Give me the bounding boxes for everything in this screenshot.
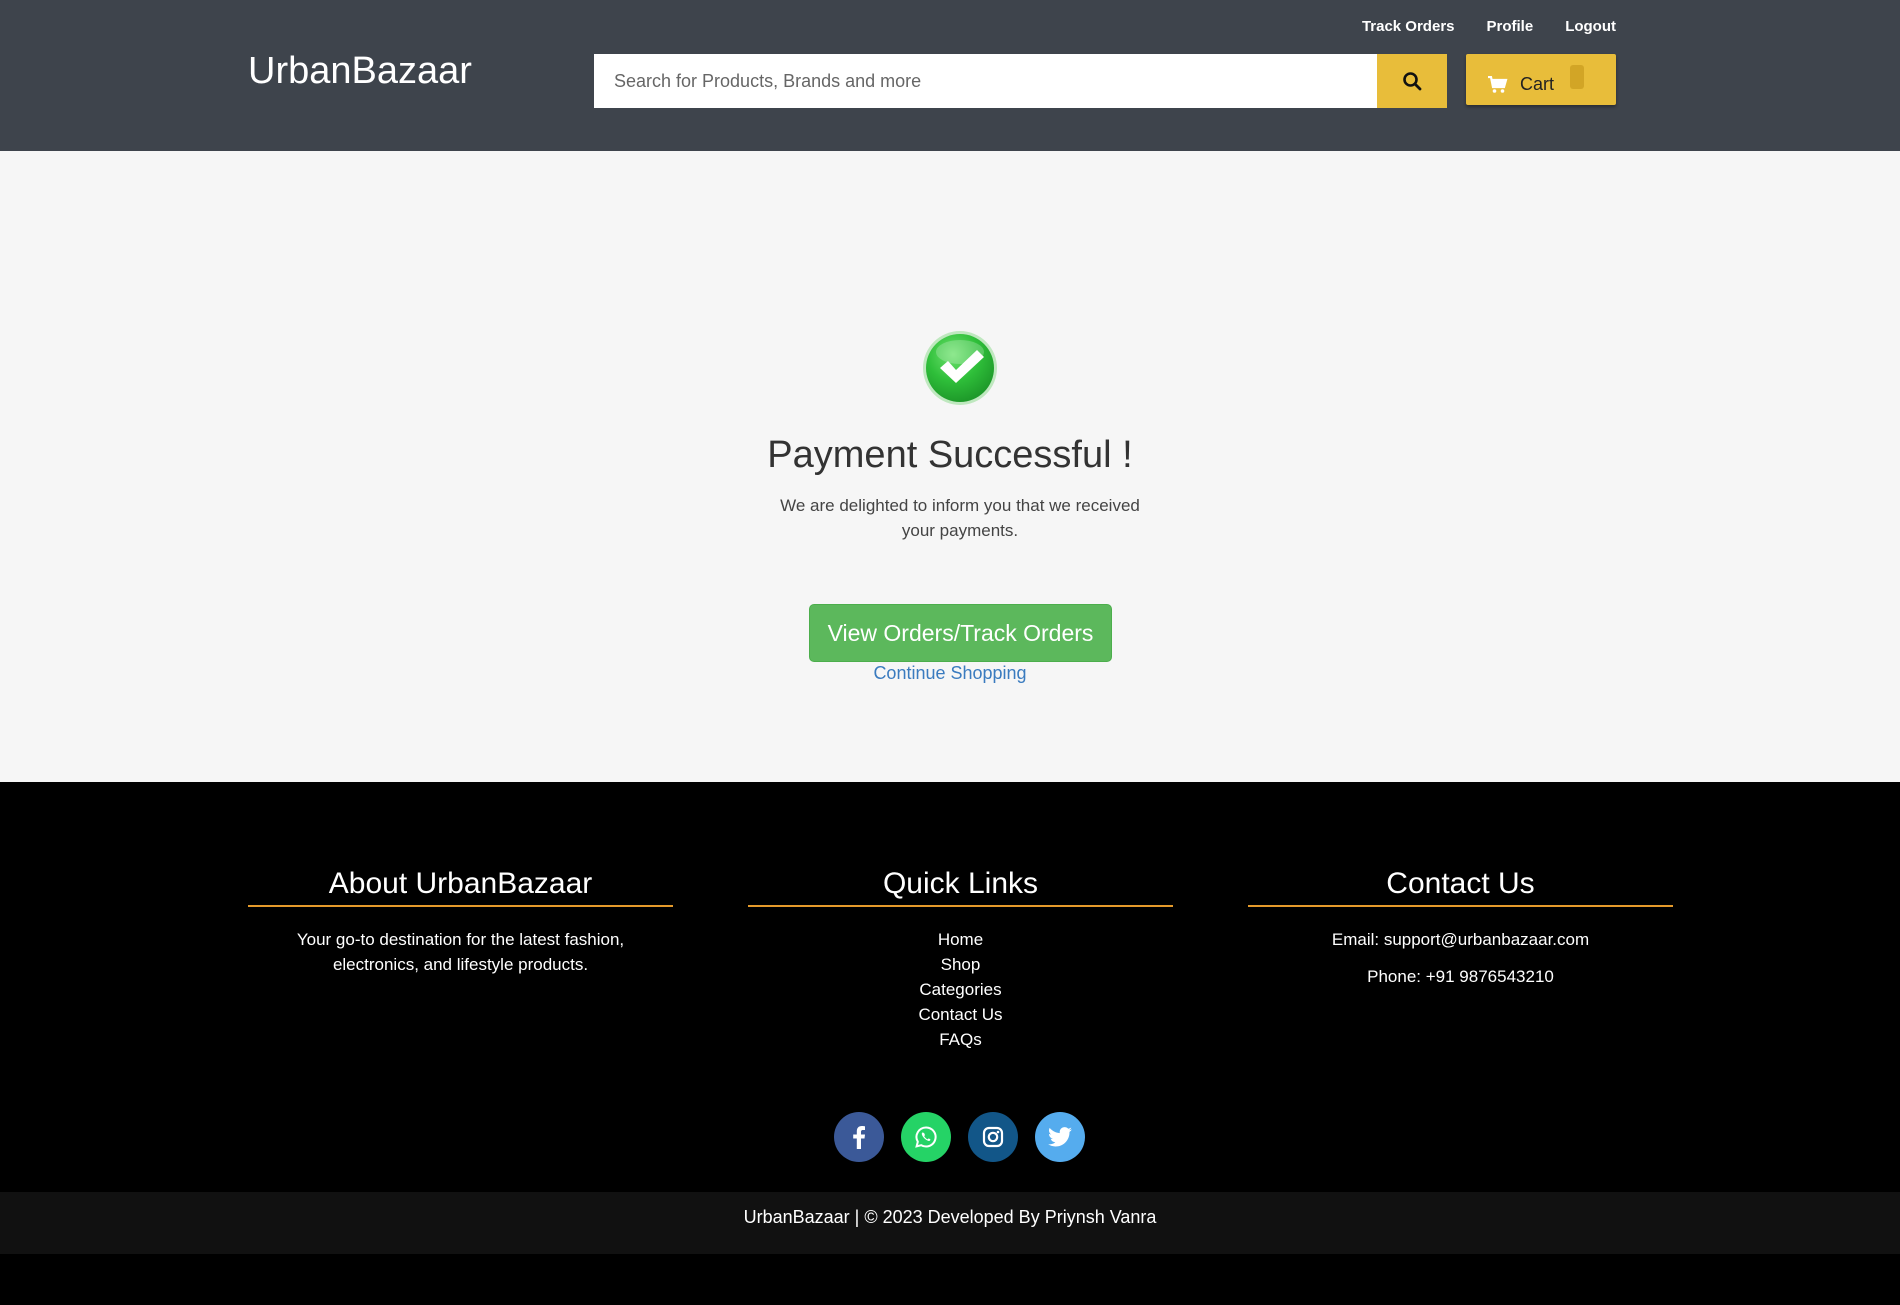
contact-phone: Phone: +91 9876543210 bbox=[1367, 967, 1554, 986]
footer-link-faqs[interactable]: FAQs bbox=[748, 1027, 1173, 1052]
social-links bbox=[834, 1112, 1085, 1162]
payment-success-section: Payment Successful ! We are delighted to… bbox=[0, 151, 1900, 782]
success-check-icon bbox=[923, 331, 997, 405]
top-nav: Track Orders Profile Logout bbox=[1362, 18, 1616, 35]
whatsapp-icon bbox=[915, 1126, 937, 1148]
facebook-link[interactable] bbox=[834, 1112, 884, 1162]
view-orders-button[interactable]: View Orders/Track Orders bbox=[809, 604, 1112, 662]
site-footer: About UrbanBazaar Your go-to destination… bbox=[0, 782, 1900, 1192]
track-orders-link[interactable]: Track Orders bbox=[1362, 18, 1455, 35]
footer-contact: Contact Us Email: support@urbanbazaar.co… bbox=[1248, 867, 1673, 989]
cart-label: Cart bbox=[1520, 74, 1555, 94]
footer-contact-heading: Contact Us bbox=[1248, 867, 1673, 907]
footer-link-home[interactable]: Home bbox=[748, 927, 1173, 952]
footer-quick-links-heading: Quick Links bbox=[748, 867, 1173, 907]
footer-about: About UrbanBazaar Your go-to destination… bbox=[248, 867, 673, 977]
contact-email[interactable]: Email: support@urbanbazaar.com bbox=[1248, 927, 1673, 952]
footer-link-contact-us[interactable]: Contact Us bbox=[748, 1002, 1173, 1027]
search-button[interactable] bbox=[1377, 54, 1447, 108]
logout-link[interactable]: Logout bbox=[1565, 18, 1616, 35]
footer-quick-links: Quick Links Home Shop Categories Contact… bbox=[748, 867, 1173, 1052]
copyright-bar: UrbanBazaar | © 2023 Developed By Priyns… bbox=[0, 1192, 1900, 1254]
search-bar bbox=[594, 54, 1447, 108]
footer-link-categories[interactable]: Categories bbox=[748, 977, 1173, 1002]
success-message: We are delighted to inform you that we r… bbox=[780, 496, 1140, 540]
cart-count-badge bbox=[1570, 64, 1585, 89]
cart-icon bbox=[1488, 75, 1508, 93]
twitter-icon bbox=[1048, 1127, 1072, 1147]
cart-button[interactable]: Cart bbox=[1466, 54, 1616, 105]
footer-link-shop[interactable]: Shop bbox=[748, 952, 1173, 977]
page-title: Payment Successful ! bbox=[767, 434, 1133, 476]
search-icon bbox=[1403, 72, 1422, 91]
brand-logo[interactable]: UrbanBazaar bbox=[248, 50, 472, 93]
search-input[interactable] bbox=[594, 54, 1377, 108]
footer-about-text: Your go-to destination for the latest fa… bbox=[296, 930, 625, 974]
continue-shopping-link[interactable]: Continue Shopping bbox=[0, 663, 1900, 684]
facebook-icon bbox=[853, 1126, 865, 1149]
profile-link[interactable]: Profile bbox=[1487, 18, 1534, 35]
twitter-link[interactable] bbox=[1035, 1112, 1085, 1162]
quick-links-list: Home Shop Categories Contact Us FAQs bbox=[748, 927, 1173, 1052]
instagram-link[interactable] bbox=[968, 1112, 1018, 1162]
instagram-icon bbox=[982, 1126, 1004, 1148]
site-header: UrbanBazaar Track Orders Profile Logout … bbox=[0, 0, 1900, 151]
whatsapp-link[interactable] bbox=[901, 1112, 951, 1162]
footer-about-heading: About UrbanBazaar bbox=[248, 867, 673, 907]
